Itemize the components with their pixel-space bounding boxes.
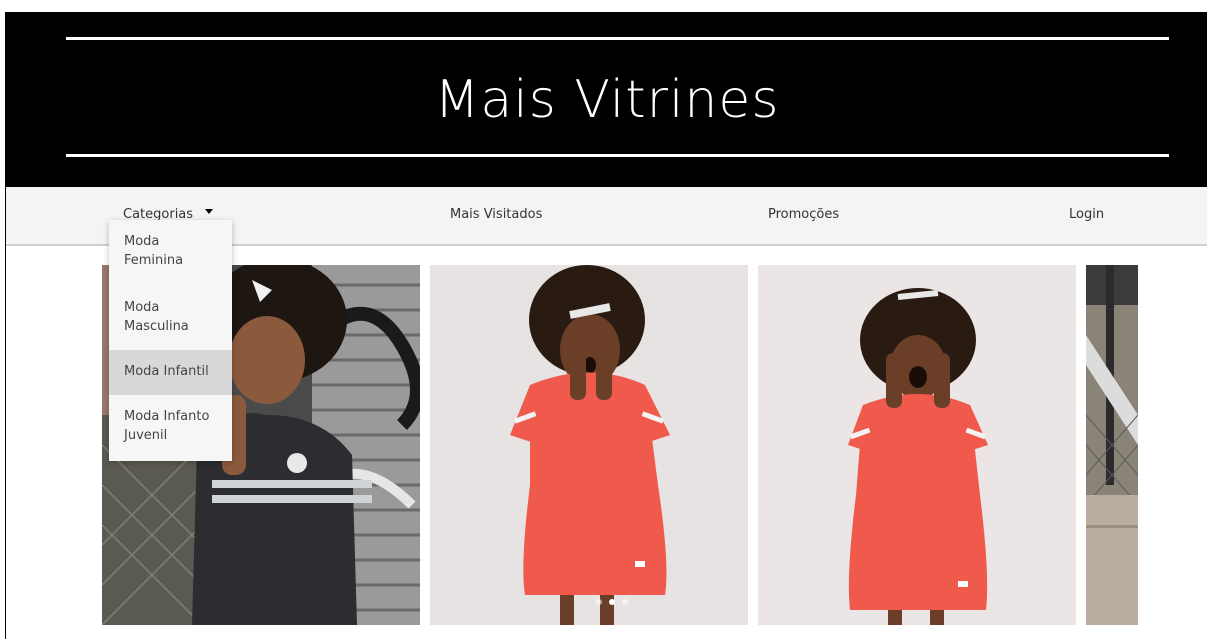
dropdown-item-moda-masculina[interactable]: Moda Masculina bbox=[109, 286, 232, 350]
nav-login[interactable]: Login bbox=[1069, 207, 1104, 222]
carousel-dot[interactable] bbox=[596, 599, 602, 605]
carousel-slide-2[interactable] bbox=[430, 265, 748, 625]
product-carousel[interactable] bbox=[102, 265, 1138, 625]
dropdown-item-moda-infanto-juvenil[interactable]: Moda Infanto Juvenil bbox=[109, 395, 232, 461]
carousel-indicators bbox=[596, 590, 635, 609]
dropdown-item-moda-feminina[interactable]: Moda Feminina bbox=[109, 220, 232, 286]
header-bottom-rule bbox=[66, 154, 1169, 157]
carousel-slide-4[interactable] bbox=[1086, 265, 1138, 625]
categories-dropdown: Moda Feminina Moda Masculina Moda Infant… bbox=[109, 220, 232, 461]
carousel-slide-3[interactable] bbox=[758, 265, 1076, 625]
dropdown-item-moda-infantil[interactable]: Moda Infantil bbox=[109, 350, 232, 395]
header-top-rule bbox=[66, 37, 1169, 40]
nav-promotions[interactable]: Promoções bbox=[768, 207, 839, 222]
carousel-dot[interactable] bbox=[622, 599, 628, 605]
carousel-dot-active[interactable] bbox=[609, 599, 615, 605]
site-title[interactable]: Mais Vitrines bbox=[6, 70, 1207, 130]
caret-down-icon bbox=[205, 209, 214, 214]
site-header: Mais Vitrines bbox=[6, 12, 1207, 187]
nav-most-visited[interactable]: Mais Visitados bbox=[450, 207, 542, 222]
page-frame: Mais Vitrines Categorias Mais Visitados … bbox=[5, 12, 1207, 639]
